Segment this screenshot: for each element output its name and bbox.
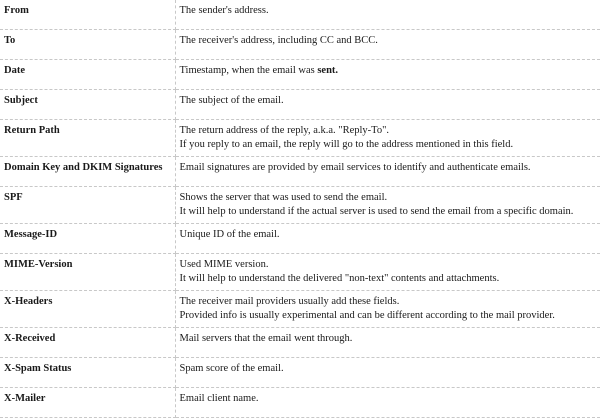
field-description: Email signatures are provided by email s… <box>175 156 600 187</box>
description-line: Timestamp, when the email was <box>179 65 318 76</box>
field-name: X-Mailer <box>0 387 176 418</box>
field-name: X-Received <box>0 327 176 358</box>
description-line: The subject of the email. <box>179 95 284 106</box>
description-emphasis: sent. <box>317 65 339 76</box>
email-header-table: From The sender's address. To The receiv… <box>0 0 600 418</box>
field-description: Spam score of the email. <box>175 357 600 388</box>
description-line: If you reply to an email, the reply will… <box>179 139 514 150</box>
field-description: The subject of the email. <box>175 89 600 120</box>
table-row: X-Received Mail servers that the email w… <box>0 327 600 358</box>
description-line: The receiver's address, including CC and… <box>179 35 378 46</box>
table-row: X-Spam Status Spam score of the email. <box>0 357 600 388</box>
field-description: Shows the server that was used to send t… <box>175 186 600 224</box>
field-name: From <box>0 0 176 30</box>
description-line: Email signatures are provided by email s… <box>179 162 531 173</box>
field-name: To <box>0 29 176 60</box>
table-row: SPF Shows the server that was used to se… <box>0 186 600 224</box>
description-line: Spam score of the email. <box>179 363 284 374</box>
field-description: Timestamp, when the email was sent. <box>175 59 600 90</box>
field-description: Used MIME version. It will help to unders… <box>175 253 600 291</box>
description-line: The receiver mail providers usually add … <box>179 296 400 307</box>
field-name: Return Path <box>0 119 176 157</box>
field-name: X-Headers <box>0 290 176 328</box>
field-name: Date <box>0 59 176 90</box>
description-line: Email client name. <box>179 393 259 404</box>
description-line: The sender's address. <box>179 5 269 16</box>
field-name: SPF <box>0 186 176 224</box>
table-row: Subject The subject of the email. <box>0 89 600 120</box>
table-row: To The receiver's address, including CC … <box>0 29 600 60</box>
field-description: The sender's address. <box>175 0 600 30</box>
field-description: The return address of the reply, a.k.a. … <box>175 119 600 157</box>
field-description: Email client name. <box>175 387 600 418</box>
table-row: Return Path The return address of the re… <box>0 119 600 157</box>
field-name: Subject <box>0 89 176 120</box>
field-description: Mail servers that the email went through… <box>175 327 600 358</box>
table-row: Domain Key and DKIM Signatures Email sig… <box>0 156 600 187</box>
field-description: The receiver mail providers usually add … <box>175 290 600 328</box>
description-line: The return address of the reply, a.k.a. … <box>179 125 390 136</box>
field-name: MIME-Version <box>0 253 176 291</box>
field-description: Unique ID of the email. <box>175 223 600 254</box>
table-row: X-Headers The receiver mail providers us… <box>0 290 600 328</box>
description-line: Used MIME version. <box>179 259 269 270</box>
description-line: Unique ID of the email. <box>179 229 280 240</box>
description-line: Shows the server that was used to send t… <box>179 192 388 203</box>
table-row: X-Mailer Email client name. <box>0 387 600 418</box>
table-row: From The sender's address. <box>0 0 600 30</box>
table-row: MIME-Version Used MIME version. It will h… <box>0 253 600 291</box>
field-name: Message-ID <box>0 223 176 254</box>
description-line: Mail servers that the email went through… <box>179 333 353 344</box>
description-line: Provided info is usually experimental an… <box>179 310 555 321</box>
field-name: X-Spam Status <box>0 357 176 388</box>
table-row: Message-ID Unique ID of the email. <box>0 223 600 254</box>
description-line: It will help to understand the delivered… <box>179 273 500 284</box>
description-line: It will help to understand if the actual… <box>179 206 574 217</box>
table-row: Date Timestamp, when the email was sent. <box>0 59 600 90</box>
field-description: The receiver's address, including CC and… <box>175 29 600 60</box>
field-name: Domain Key and DKIM Signatures <box>0 156 176 187</box>
